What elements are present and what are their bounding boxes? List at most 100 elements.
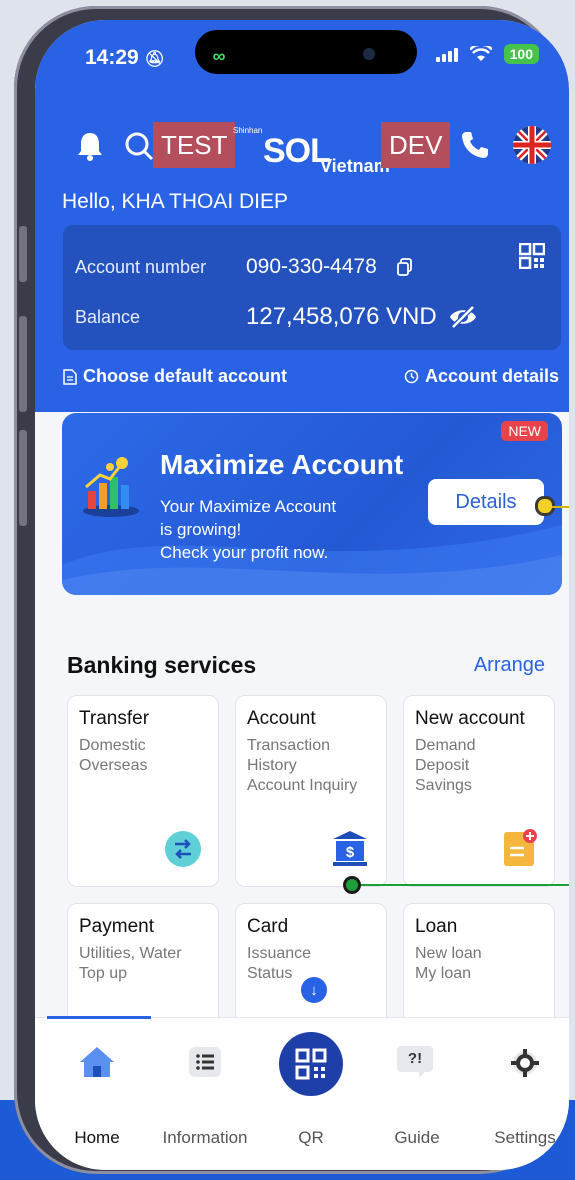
tile-line: History: [247, 757, 297, 774]
status-indicators: 100: [435, 44, 539, 64]
hide-balance-eye-icon[interactable]: [448, 305, 478, 329]
tab-guide[interactable]: ?! Guide: [367, 1036, 467, 1147]
tile-title: New account: [415, 708, 525, 729]
gear-icon: [511, 1049, 539, 1077]
language-flag-icon[interactable]: [513, 126, 551, 164]
tab-home[interactable]: Home: [47, 1036, 147, 1147]
promo-line-3: Check your profit now.: [160, 543, 329, 562]
tile-line: Status: [247, 965, 293, 982]
tile-subtitle: Utilities, Water Top up: [79, 944, 182, 984]
account-number-label: Account number: [75, 257, 207, 277]
tile-subtitle: Domestic Overseas: [79, 736, 147, 776]
details-button[interactable]: Details: [428, 479, 544, 525]
tab-label: QR: [298, 1128, 324, 1147]
tab-label: Settings: [494, 1128, 556, 1147]
qr-icon: [295, 1048, 327, 1080]
active-tab-indicator: [47, 1016, 151, 1019]
app-screen: 14:29 🔕︎ ∞ 100 TEST Shinhan SOL Vietnam …: [35, 20, 569, 1170]
phone-frame: 14:29 🔕︎ ∞ 100 TEST Shinhan SOL Vietnam …: [14, 6, 569, 1174]
tile-subtitle: New loan My loan: [415, 944, 482, 984]
tab-qr-button[interactable]: [279, 1032, 343, 1096]
header: 14:29 🔕︎ ∞ 100 TEST Shinhan SOL Vietnam …: [35, 20, 569, 412]
service-tile-new-account[interactable]: New account Demand Deposit Savings: [403, 695, 555, 887]
new-document-icon: [504, 829, 537, 866]
home-icon: [80, 1047, 114, 1077]
bank-building-icon: $: [333, 831, 367, 866]
side-button: [19, 226, 27, 282]
notification-bell-icon[interactable]: [75, 130, 105, 162]
document-icon: [63, 368, 77, 385]
tile-line: Savings: [415, 777, 472, 794]
camera-icon: [363, 48, 375, 60]
signal-icon: [435, 46, 458, 62]
list-icon: [189, 1047, 221, 1077]
tile-line: Domestic: [79, 737, 146, 754]
annotation-line-green: [361, 884, 569, 886]
tab-settings[interactable]: Settings: [475, 1036, 569, 1147]
balance-label: Balance: [75, 307, 141, 327]
time-text: 14:29: [85, 46, 139, 69]
new-badge: NEW: [501, 421, 548, 441]
maximize-account-banner[interactable]: NEW Maximize Account Your Maximize Accou…: [62, 413, 562, 595]
tile-title: Account: [247, 708, 316, 729]
tab-label: Guide: [394, 1128, 440, 1147]
phone-call-icon[interactable]: [460, 130, 490, 160]
test-environment-tag: TEST: [153, 122, 236, 168]
svg-text:$: $: [346, 844, 355, 861]
tile-line: Top up: [79, 965, 128, 982]
promo-line-1: Your Maximize Account: [160, 497, 337, 516]
status-time: 14:29 🔕︎: [85, 46, 165, 70]
greeting-text: Hello, KHA THOAI DIEP: [62, 190, 289, 213]
annotation-line-yellow: [552, 506, 569, 508]
tile-title: Loan: [415, 916, 458, 937]
promo-description: Your Maximize Account is growing! Check …: [160, 495, 400, 564]
tile-subtitle: Transaction History Account Inquiry: [247, 736, 357, 796]
tab-information[interactable]: Information: [155, 1036, 255, 1147]
search-icon[interactable]: [123, 130, 155, 162]
clock-icon: [404, 369, 419, 384]
banking-services-title: Banking services: [67, 652, 257, 678]
promo-line-2: is growing!: [160, 520, 242, 539]
tile-line: My loan: [415, 965, 472, 982]
copy-icon[interactable]: [397, 258, 413, 276]
account-number-value: 090-330-4478: [246, 255, 377, 278]
tile-title: Transfer: [79, 708, 150, 729]
tile-line: Demand: [415, 737, 476, 754]
tile-line: Overseas: [79, 757, 148, 774]
growth-chart-icon: [83, 457, 139, 517]
tab-label: Home: [74, 1128, 120, 1147]
promo-title: Maximize Account: [160, 449, 404, 480]
balance-value: 127,458,076: [246, 303, 380, 330]
tile-subtitle: Issuance Status: [247, 944, 311, 984]
qr-code-icon[interactable]: [519, 243, 545, 269]
logo-country-text: Vietnam: [320, 156, 390, 176]
choose-default-account-link[interactable]: Choose default account: [63, 366, 287, 387]
tile-line: Transaction: [247, 737, 330, 754]
scroll-down-arrow-icon[interactable]: ↓: [301, 977, 327, 1003]
balance-currency: VND: [386, 303, 437, 330]
tab-label: Information: [162, 1128, 248, 1147]
wifi-icon: [469, 46, 492, 61]
link-activity-icon: ∞: [200, 42, 238, 70]
logo-brand-text: Shinhan: [233, 126, 263, 135]
top-bar: TEST Shinhan SOL Vietnam DEV: [35, 120, 569, 180]
help-chat-icon: ?!: [397, 1046, 437, 1078]
account-details-link[interactable]: Account details: [404, 366, 559, 387]
tile-line: Deposit: [415, 757, 470, 774]
choose-default-account-label: Choose default account: [83, 366, 288, 386]
account-card: Account number 090-330-4478 Balance 127,…: [63, 225, 561, 350]
account-details-label: Account details: [424, 366, 559, 386]
annotation-marker-green: [343, 876, 361, 894]
service-tile-transfer[interactable]: Transfer Domestic Overseas: [67, 695, 219, 887]
tile-title: Card: [247, 916, 289, 937]
arrange-link[interactable]: Arrange: [474, 654, 545, 677]
tile-line: New loan: [415, 945, 482, 962]
side-button: [19, 316, 27, 412]
side-button: [19, 430, 27, 526]
tile-line: Issuance: [247, 945, 312, 962]
transfer-arrows-icon: [165, 831, 201, 867]
service-tile-account[interactable]: Account Transaction History Account Inqu…: [235, 695, 387, 887]
tile-line: Utilities, Water: [79, 945, 182, 962]
tile-line: Account Inquiry: [247, 777, 358, 794]
mute-bell-icon: 🔕︎: [144, 51, 165, 68]
